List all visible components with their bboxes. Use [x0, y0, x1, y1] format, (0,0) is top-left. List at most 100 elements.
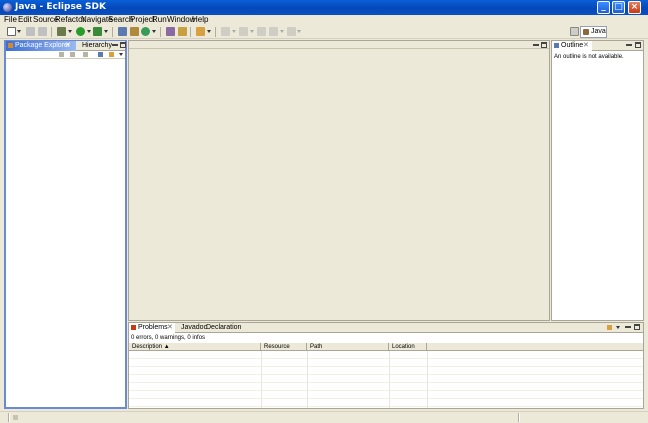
column-label: Description — [132, 344, 163, 350]
problems-table-body — [129, 351, 643, 408]
tab-hierarchy[interactable]: Hierarchy — [80, 41, 112, 51]
minimize-view-icon[interactable] — [112, 44, 118, 46]
tab-declaration[interactable]: Declaration — [204, 323, 241, 333]
forward-dropdown-icon[interactable] — [297, 30, 301, 33]
package-explorer-view: Package Explorer ✕ Hierarchy — [4, 40, 127, 409]
column-location[interactable]: Location — [389, 343, 427, 351]
back-dropdown-icon[interactable] — [280, 30, 284, 33]
status-separator — [518, 413, 520, 422]
link-with-editor-icon[interactable] — [109, 52, 114, 57]
menu-run[interactable]: Run — [152, 15, 167, 25]
table-row — [129, 399, 643, 407]
main-toolbar — [0, 25, 648, 39]
eclipse-app-icon — [3, 3, 12, 12]
new-class-dropdown-icon[interactable] — [152, 30, 156, 33]
minimize-view-icon[interactable] — [625, 326, 631, 328]
collapse-all-icon[interactable] — [98, 52, 103, 57]
sort-ascending-icon: ▲ — [163, 344, 170, 350]
table-row — [129, 375, 643, 383]
toolbar-separator — [51, 27, 52, 37]
minimize-view-icon[interactable] — [626, 44, 632, 46]
maximize-editor-icon[interactable] — [541, 42, 547, 48]
column-divider — [427, 351, 428, 408]
status-bar — [0, 411, 648, 423]
back-icon[interactable] — [59, 52, 64, 57]
forward-icon[interactable] — [287, 27, 296, 36]
debug-icon[interactable] — [57, 27, 66, 36]
maximize-view-icon[interactable] — [634, 324, 640, 330]
new-package-icon[interactable] — [130, 27, 139, 36]
toolbar-separator — [160, 27, 161, 37]
previous-annotation-icon[interactable] — [239, 27, 248, 36]
new-class-icon[interactable] — [141, 27, 150, 36]
filter-icon[interactable] — [607, 325, 612, 330]
save-icon[interactable] — [26, 27, 35, 36]
table-row — [129, 367, 643, 375]
new-file-icon[interactable] — [7, 27, 16, 36]
package-explorer-icon — [8, 42, 13, 48]
search-icon[interactable] — [196, 27, 205, 36]
column-description[interactable]: Description ▲ — [129, 343, 261, 351]
problems-table-header: Description ▲ Resource Path Location — [129, 343, 643, 351]
print-icon[interactable] — [38, 27, 47, 36]
previous-annotation-dropdown-icon[interactable] — [250, 30, 254, 33]
up-icon[interactable] — [83, 52, 88, 57]
column-divider — [389, 351, 390, 408]
fast-view-icon[interactable] — [13, 415, 18, 420]
column-resource[interactable]: Resource — [261, 343, 307, 351]
next-annotation-dropdown-icon[interactable] — [232, 30, 236, 33]
table-row — [129, 383, 643, 391]
run-dropdown-icon[interactable] — [87, 30, 91, 33]
menu-help[interactable]: Help — [192, 15, 208, 25]
tab-label: Problems — [138, 324, 168, 331]
new-dropdown-icon[interactable] — [17, 30, 21, 33]
menu-edit[interactable]: Edit — [18, 15, 32, 25]
close-tab-icon[interactable]: ✕ — [65, 41, 71, 49]
open-perspective-icon[interactable] — [570, 27, 579, 36]
problems-view: Problems ✕ Javadoc Declaration 0 errors,… — [128, 322, 644, 409]
open-task-icon[interactable] — [178, 27, 187, 36]
table-row — [129, 391, 643, 399]
view-menu-icon[interactable] — [616, 326, 620, 329]
table-row — [129, 351, 643, 359]
new-java-project-icon[interactable] — [118, 27, 127, 36]
maximize-view-icon[interactable] — [120, 42, 126, 48]
last-edit-location-icon[interactable] — [257, 27, 266, 36]
maximize-view-icon[interactable] — [635, 42, 641, 48]
minimize-editor-icon[interactable] — [533, 44, 539, 46]
tab-javadoc[interactable]: Javadoc — [179, 323, 207, 333]
close-window-button[interactable]: × — [628, 1, 641, 14]
window-title: Java - Eclipse SDK — [15, 2, 106, 12]
problems-summary: 0 errors, 0 warnings, 0 infos — [131, 335, 206, 341]
maximize-window-button[interactable]: □ — [612, 1, 625, 14]
next-annotation-icon[interactable] — [221, 27, 230, 36]
tab-label: Outline — [561, 42, 584, 49]
menu-bar: File Edit Source Refactor Navigate Searc… — [0, 15, 648, 25]
java-perspective-icon — [583, 29, 589, 35]
back-icon[interactable] — [269, 27, 278, 36]
run-icon[interactable] — [76, 27, 85, 36]
column-path[interactable]: Path — [307, 343, 389, 351]
column-divider — [261, 351, 262, 408]
open-type-icon[interactable] — [166, 27, 175, 36]
package-explorer-tab-strip: Package Explorer ✕ Hierarchy — [6, 41, 126, 51]
editor-tab-strip — [129, 41, 549, 49]
toolbar-separator — [215, 27, 216, 37]
forward-icon[interactable] — [70, 52, 75, 57]
perspective-java-button[interactable]: Java — [580, 26, 607, 38]
outline-message: An outline is not available. — [554, 54, 624, 60]
column-divider — [307, 351, 308, 408]
external-tools-dropdown-icon[interactable] — [104, 30, 108, 33]
title-bar: Java - Eclipse SDK _ □ × — [0, 0, 648, 15]
external-tools-icon[interactable] — [93, 27, 102, 36]
table-row — [129, 359, 643, 367]
minimize-window-button[interactable]: _ — [597, 1, 610, 14]
menu-file[interactable]: File — [4, 15, 17, 25]
toolbar-separator — [112, 27, 113, 37]
debug-dropdown-icon[interactable] — [68, 30, 72, 33]
view-menu-icon[interactable] — [119, 53, 123, 56]
editor-area[interactable] — [128, 40, 550, 321]
close-tab-icon[interactable]: ✕ — [167, 323, 173, 331]
search-dropdown-icon[interactable] — [207, 30, 211, 33]
close-tab-icon[interactable]: ✕ — [583, 41, 589, 49]
